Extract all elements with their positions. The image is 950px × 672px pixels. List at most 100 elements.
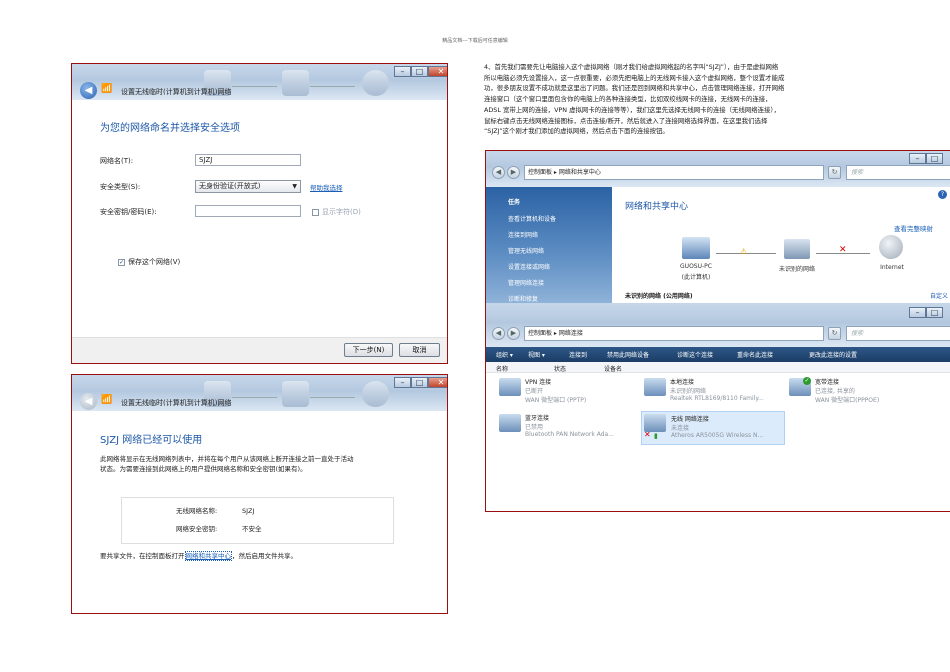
- item-name: 本地连接: [670, 379, 695, 386]
- maximize-icon[interactable]: □: [926, 153, 943, 164]
- address-bar[interactable]: 控制面板 ▸ 网络连接: [524, 326, 824, 341]
- close-icon[interactable]: ✕: [428, 377, 447, 388]
- maximize-icon[interactable]: □: [411, 66, 428, 77]
- help-me-choose-link[interactable]: 帮助我选择: [310, 182, 343, 192]
- breadcrumb: 控制面板 ▸ 网络连接: [528, 330, 583, 337]
- back-arrow-icon[interactable]: ◀: [80, 82, 97, 99]
- rename-button[interactable]: 重命名此连接: [737, 350, 773, 359]
- close-icon[interactable]: ✕: [428, 66, 447, 77]
- forward-icon[interactable]: ▶: [507, 166, 520, 179]
- column-name[interactable]: 名称: [496, 364, 508, 373]
- item-status: 已断开: [525, 388, 544, 395]
- disable-device-button[interactable]: 禁用此网络设备: [607, 350, 649, 359]
- description-line-2: 状态。为需要连接到此网络上的用户提供网络名称和安全密钥(如果有)。: [100, 465, 307, 473]
- customize-link[interactable]: 自定义: [930, 291, 948, 300]
- column-device[interactable]: 设备名: [604, 364, 622, 373]
- connect-to-button[interactable]: 连接到: [569, 350, 587, 359]
- sharing-center-main: 网络和共享中心 查看完整映射 ? ⚠ ✕ GUOSU-PC (此计算机) 未识别…: [612, 187, 950, 303]
- network-graphic: [282, 70, 309, 96]
- sidebar-item-manage-wireless[interactable]: 管理无线网络: [508, 246, 544, 255]
- disconnected-x-icon: ✕: [839, 245, 847, 255]
- network-icon: [784, 239, 810, 259]
- minimize-icon[interactable]: –: [394, 377, 411, 388]
- search-input[interactable]: 搜索: [846, 326, 950, 341]
- network-name-label: 网络名(T):: [100, 157, 134, 165]
- views-button[interactable]: 视图 ▾: [528, 350, 545, 359]
- checkbox-icon: [312, 208, 319, 216]
- sidebar-item-setup-connection[interactable]: 设置连接或网络: [508, 262, 550, 271]
- window-title: 设置无线临时(计算机到计算机)网络: [121, 88, 232, 96]
- network-name-input[interactable]: SJZJ: [195, 154, 301, 166]
- back-arrow-icon[interactable]: ◀: [80, 393, 97, 410]
- show-characters-checkbox[interactable]: 显示字符(D): [312, 207, 361, 217]
- view-full-map-link[interactable]: 查看完整映射: [894, 223, 933, 233]
- item-status: 已禁用: [525, 424, 544, 431]
- window-titlebar: – □ ✕ ◀ 📶 设置无线临时(计算机到计算机)网络: [72, 64, 447, 100]
- change-settings-button[interactable]: 更改此连接的设置: [809, 350, 857, 359]
- forward-icon[interactable]: ▶: [507, 327, 520, 340]
- window-controls: – □ ✕: [394, 377, 447, 388]
- organize-button[interactable]: 组织 ▾: [496, 350, 513, 359]
- maximize-icon[interactable]: □: [926, 307, 943, 318]
- security-key-input[interactable]: [195, 205, 301, 217]
- item-device: Bluetooth PAN Network Ada...: [525, 431, 614, 438]
- refresh-icon[interactable]: ↻: [828, 166, 841, 179]
- address-bar[interactable]: 控制面板 ▸ 网络和共享中心: [524, 165, 824, 180]
- search-input[interactable]: 搜索: [846, 165, 950, 180]
- item-name: VPN 连接: [525, 379, 552, 386]
- local-connection-icon: [644, 378, 666, 396]
- refresh-icon[interactable]: ↻: [828, 327, 841, 340]
- wireless-icon: 📶: [101, 84, 113, 94]
- back-icon[interactable]: ◀: [492, 327, 505, 340]
- page-title: SJZJ 网络已经可以使用: [100, 435, 203, 446]
- sidebar-item-diagnose[interactable]: 诊断和修复: [508, 294, 538, 303]
- save-network-label: 保存这个网络(V): [128, 258, 181, 266]
- sidebar-item-manage-connections[interactable]: 管理网络连接: [508, 278, 544, 287]
- list-item-broadband[interactable]: ✓ 宽带连接 已连接, 共享的 WAN 微型端口(PPPOE): [789, 377, 929, 409]
- button-bar: 下一步(N) 取消: [72, 337, 447, 363]
- next-button[interactable]: 下一步(N): [344, 343, 393, 357]
- item-status: 已连接, 共享的: [815, 388, 855, 395]
- unidentified-network-row: 未识别的网络 (公用网络): [625, 293, 693, 300]
- connected-check-icon: ✓: [803, 377, 811, 385]
- signal-bars-icon: ▮: [654, 432, 658, 440]
- globe-graphic: [362, 70, 389, 96]
- sidebar-title: 任务: [508, 199, 521, 206]
- item-device: WAN 微型端口 (PPTP): [525, 397, 587, 404]
- control-panel-screenshot: – □ ◀ ▶ 控制面板 ▸ 网络和共享中心 ↻ 搜索 任务 查看计算机和设备 连…: [485, 150, 950, 512]
- item-status: 未连接: [671, 425, 690, 432]
- item-device: Realtek RTL8169/8110 Family...: [670, 395, 764, 402]
- minimize-icon[interactable]: –: [909, 307, 926, 318]
- description-line-1: 此网络将显示在无线网络列表中，并将在每个用户从该网络上断开连接之前一直处于活动: [100, 455, 354, 463]
- list-item-wireless[interactable]: ✕ ▮ 无线 网络连接 未连接 Atheros AR5005G Wireless…: [641, 411, 785, 445]
- column-status[interactable]: 状态: [554, 364, 566, 373]
- minimize-icon[interactable]: –: [394, 66, 411, 77]
- back-icon[interactable]: ◀: [492, 166, 505, 179]
- security-key-label: 网络安全密钥:: [176, 525, 218, 533]
- window-titlebar: – □ ✕ ◀ 📶 设置无线临时(计算机到计算机)网络: [72, 375, 447, 411]
- column-headers: 名称 状态 设备名: [486, 362, 950, 373]
- paragraph-line: 4、首先我们需要先让电脑接入这个虚拟网络（刚才我们给虚拟网络起的名字叫“SJZJ…: [484, 63, 779, 71]
- network-name-value: SJZJ: [242, 507, 255, 515]
- maximize-icon[interactable]: □: [411, 377, 428, 388]
- diagnose-button[interactable]: 诊断这个连接: [677, 350, 713, 359]
- wireless-setup-window: – □ ✕ ◀ 📶 设置无线临时(计算机到计算机)网络 为您的网络命名并选择安全选项…: [71, 63, 448, 364]
- save-network-checkbox[interactable]: ✓ 保存这个网络(V): [118, 257, 180, 267]
- cancel-button[interactable]: 取消: [399, 343, 440, 357]
- list-item-vpn[interactable]: VPN 连接 已断开 WAN 微型端口 (PPTP): [499, 377, 639, 409]
- sidebar-item-view-computers[interactable]: 查看计算机和设备: [508, 214, 556, 223]
- item-name: 蓝牙连接: [525, 415, 550, 422]
- paragraph-line: 功，很多朋友设置不成功就是这里出了问题。我们还是回到网络和共享中心，点击管理网络…: [484, 84, 785, 93]
- window-controls: – □ ✕: [394, 66, 447, 77]
- security-type-select[interactable]: 无身份验证(开放式) ▼: [195, 180, 301, 193]
- graphic-line: [232, 86, 277, 87]
- minimize-icon[interactable]: –: [909, 153, 926, 164]
- paragraph-line: 连接窗口（这个窗口里面包含你的电脑上的各种连接类型，比如双绞线网卡的连接，无线网…: [484, 95, 772, 104]
- network-sharing-center-link[interactable]: 网络和共享中心: [184, 551, 232, 561]
- list-item-bluetooth[interactable]: 蓝牙连接 已禁用 Bluetooth PAN Network Ada...: [499, 413, 639, 445]
- sidebar-item-connect[interactable]: 连接到网络: [508, 230, 538, 239]
- list-item-local[interactable]: 本地连接 未识别的网络 Realtek RTL8169/8110 Family.…: [644, 377, 784, 409]
- network-ready-window: – □ ✕ ◀ 📶 设置无线临时(计算机到计算机)网络 SJZJ 网络已经可以使用 …: [71, 374, 448, 614]
- help-icon[interactable]: ?: [938, 190, 947, 199]
- network-graphic: [282, 381, 309, 407]
